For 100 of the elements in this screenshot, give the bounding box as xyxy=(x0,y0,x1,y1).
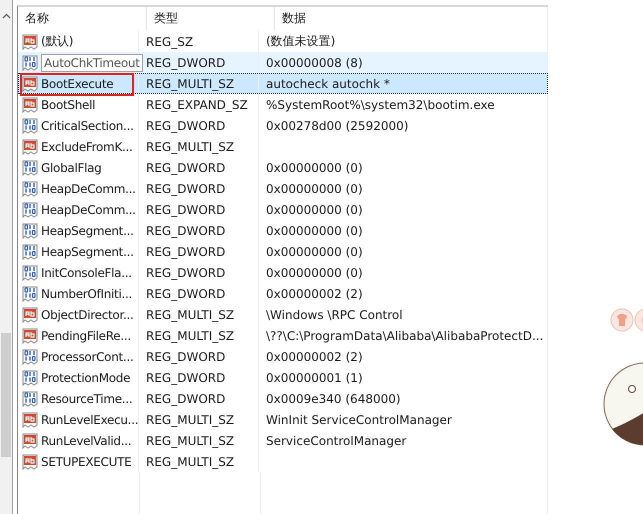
value-row[interactable]: NumberOfIniti... REG_DWORD 0x00000002 (2) xyxy=(18,283,548,304)
value-row[interactable]: ProtectionMode REG_DWORD 0x00000001 (1) xyxy=(18,367,548,388)
value-data: 0x00000002 (2) xyxy=(266,350,363,364)
value-data: 0x00278d00 (2592000) xyxy=(266,118,408,132)
value-data: ServiceControlManager xyxy=(266,434,406,448)
value-row[interactable]: ProcessorCont... REG_DWORD 0x00000002 (2) xyxy=(18,346,548,367)
value-type: REG_DWORD xyxy=(146,350,226,364)
value-name: ProcessorCont... xyxy=(41,350,134,364)
binary-value-icon xyxy=(22,222,38,238)
selected-row[interactable]: BootExecute REG_MULTI_SZ autocheck autochk * xyxy=(18,73,548,94)
value-data: 0x00000000 (0) xyxy=(266,160,363,174)
value-data: 0x00000001 (1) xyxy=(266,370,363,384)
value-type: REG_DWORD xyxy=(146,118,226,132)
value-name: InitConsoleFla... xyxy=(41,266,132,280)
name-tooltip: AutoChkTimeout xyxy=(41,54,143,72)
value-row[interactable]: HeapDeComm... REG_DWORD 0x00000000 (0) xyxy=(18,178,548,199)
value-data: WinInit ServiceControlManager xyxy=(266,412,452,426)
binary-value-icon xyxy=(22,286,38,302)
value-name: RunLevelExecu... xyxy=(41,412,138,426)
value-row[interactable]: ResourceTime... REG_DWORD 0x0009e340 (648000) xyxy=(18,388,548,409)
string-value-icon xyxy=(22,306,38,322)
value-data: (数值未设置) xyxy=(266,33,336,50)
value-name: HeapDeComm... xyxy=(41,182,136,196)
column-header[interactable]: 名称 xyxy=(18,7,147,31)
value-name: ResourceTime... xyxy=(41,392,132,406)
value-name: NumberOfIniti... xyxy=(41,286,132,300)
value-row[interactable]: HeapDeComm... REG_DWORD 0x00000000 (0) xyxy=(18,199,548,220)
value-type: REG_DWORD xyxy=(146,244,226,258)
string-value-icon xyxy=(22,432,38,448)
value-type: REG_MULTI_SZ xyxy=(146,434,234,448)
scroll-up-icon[interactable] xyxy=(2,13,10,19)
value-row[interactable]: BootShell REG_EXPAND_SZ %SystemRoot%\system32\bootim.exe xyxy=(18,94,548,115)
value-type: REG_SZ xyxy=(146,34,194,48)
value-data: 0x00000002 (2) xyxy=(266,286,363,300)
value-type: REG_DWORD xyxy=(146,370,226,384)
value-type: REG_DWORD xyxy=(146,224,226,238)
value-name: ObjectDirector... xyxy=(41,308,134,322)
value-type: REG_DWORD xyxy=(146,182,226,196)
hovered-row[interactable]: AutoChkTimeout REG_DWORD 0x00000008 (8) xyxy=(18,52,548,73)
binary-value-icon xyxy=(22,202,38,218)
binary-value-icon xyxy=(22,180,38,196)
value-data: 0x00000000 (0) xyxy=(266,224,363,238)
column-header[interactable]: 类型 xyxy=(147,7,275,31)
binary-value-icon xyxy=(22,370,38,386)
binary-value-icon xyxy=(22,390,38,406)
value-type: REG_MULTI_SZ xyxy=(146,412,234,426)
string-value-icon xyxy=(22,412,38,428)
value-data: %SystemRoot%\system32\bootim.exe xyxy=(266,98,495,112)
value-row[interactable]: RunLevelExecu... REG_MULTI_SZ WinInit ServiceControlManager xyxy=(18,409,548,430)
value-name: SETUPEXECUTE xyxy=(41,454,132,468)
value-name: BootShell xyxy=(41,98,96,112)
value-name: BootExecute xyxy=(41,76,114,90)
value-row[interactable]: RunLevelValid... REG_MULTI_SZ ServiceControlManager xyxy=(18,430,548,451)
binary-value-icon xyxy=(22,264,38,280)
value-name: (默认) xyxy=(41,33,74,50)
value-type: REG_MULTI_SZ xyxy=(146,308,234,322)
value-name: CriticalSection... xyxy=(41,118,134,132)
scrollbar-thumb[interactable] xyxy=(1,333,11,457)
string-value-icon xyxy=(22,76,38,92)
value-type: REG_MULTI_SZ xyxy=(146,76,234,90)
column-header[interactable]: 数据 xyxy=(275,7,548,31)
value-data: 0x00000000 (0) xyxy=(266,202,363,216)
value-name: PendingFileRe... xyxy=(41,328,131,342)
value-row[interactable]: InitConsoleFla... REG_DWORD 0x00000000 (0) xyxy=(18,262,548,283)
value-data: 0x0009e340 (648000) xyxy=(266,392,401,406)
value-name: ExcludeFromK... xyxy=(41,140,133,154)
value-type: REG_MULTI_SZ xyxy=(146,140,234,154)
value-data: \??\C:\ProgramData\Alibaba\AlibabaProtectD... xyxy=(266,328,544,342)
value-row[interactable]: ObjectDirector... REG_MULTI_SZ \Windows \RPC Control xyxy=(18,304,548,325)
string-value-icon xyxy=(22,454,38,470)
binary-value-icon xyxy=(22,348,38,364)
value-type: REG_DWORD xyxy=(146,202,226,216)
value-type: REG_DWORD xyxy=(146,56,226,70)
string-value-icon xyxy=(22,34,38,50)
binary-value-icon xyxy=(22,160,38,176)
value-type: REG_DWORD xyxy=(146,286,226,300)
value-data: \Windows \RPC Control xyxy=(266,308,403,322)
value-name: HeapDeComm... xyxy=(41,202,136,216)
value-type: REG_EXPAND_SZ xyxy=(146,98,248,112)
value-row[interactable]: HeapSegment... REG_DWORD 0x00000000 (0) xyxy=(18,220,548,241)
value-row[interactable]: SETUPEXECUTE REG_MULTI_SZ xyxy=(18,451,548,472)
string-value-icon xyxy=(22,328,38,344)
ball-drawing[interactable] xyxy=(603,362,643,446)
binary-value-icon xyxy=(22,244,38,260)
value-row[interactable]: HeapSegment... REG_DWORD 0x00000000 (0) xyxy=(18,241,548,262)
value-row[interactable]: GlobalFlag REG_DWORD 0x00000000 (0) xyxy=(18,157,548,178)
value-name: GlobalFlag xyxy=(41,160,102,174)
string-value-icon xyxy=(22,96,38,112)
value-name: HeapSegment... xyxy=(41,224,134,238)
value-row[interactable]: ExcludeFromK... REG_MULTI_SZ xyxy=(18,136,548,157)
value-data: 0x00000000 (0) xyxy=(266,266,363,280)
value-data: 0x00000000 (0) xyxy=(266,182,363,196)
value-name: HeapSegment... xyxy=(41,244,134,258)
value-row[interactable]: PendingFileRe... REG_MULTI_SZ \??\C:\ProgramData\Alibaba\AlibabaProtectD... xyxy=(18,325,548,346)
value-type: REG_DWORD xyxy=(146,392,226,406)
value-row[interactable]: CriticalSection... REG_DWORD 0x00278d00 (2592000) xyxy=(18,115,548,136)
value-type: REG_MULTI_SZ xyxy=(146,454,234,468)
value-type: REG_DWORD xyxy=(146,160,226,174)
binary-value-icon xyxy=(22,54,38,70)
value-type: REG_MULTI_SZ xyxy=(146,328,234,342)
